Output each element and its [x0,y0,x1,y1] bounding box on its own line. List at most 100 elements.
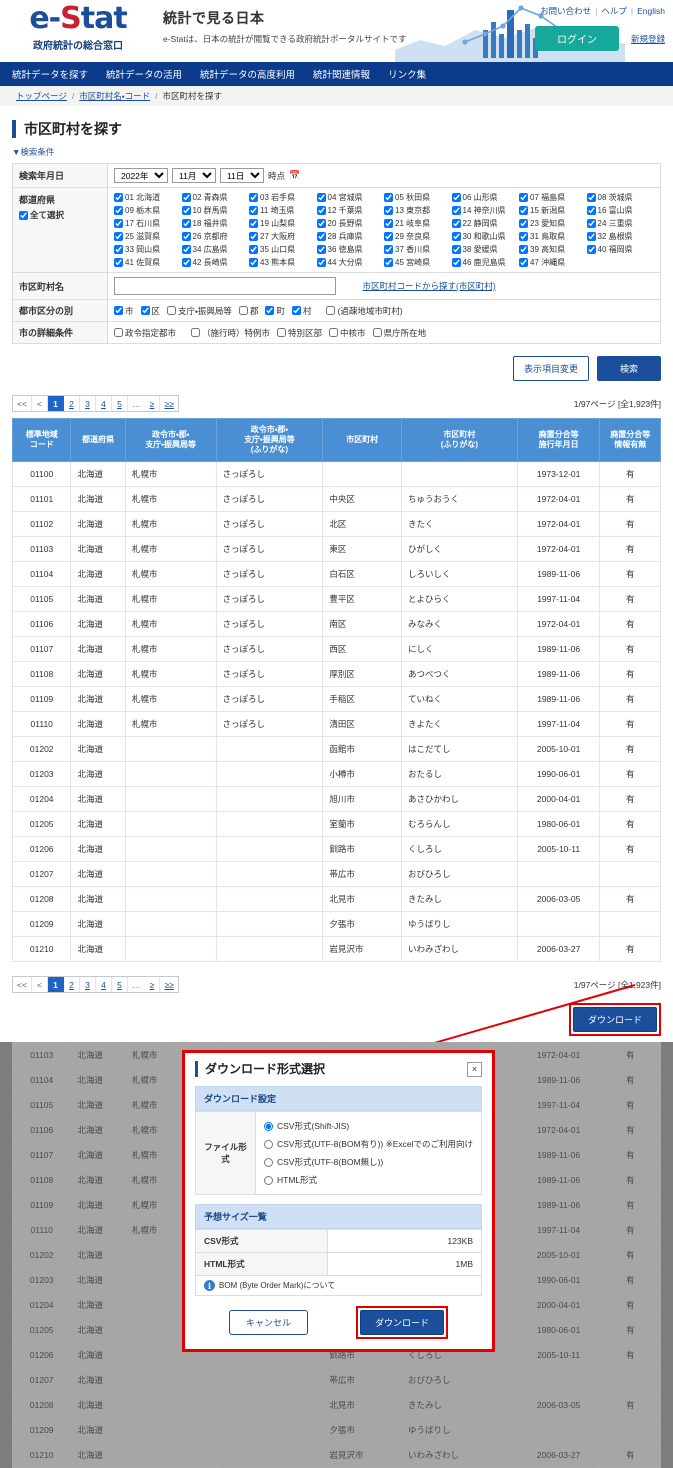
prefecture-checkbox-input[interactable] [586,245,596,254]
prefecture-checkbox-input[interactable] [519,258,528,267]
table-row[interactable]: 01102 北海道 札幌市 さっぽろし 北区 きたく 1972-04-01 有 [11,511,661,537]
search-button[interactable]: 検索 [596,356,661,381]
prefecture-checkbox-40[interactable]: 40 福岡県 [586,244,655,255]
prefecture-checkbox-47[interactable]: 47 沖縄県 [519,257,587,268]
prefecture-checkbox-input[interactable] [249,193,258,202]
prefecture-checkbox-46[interactable]: 46 鹿児島県 [451,257,520,268]
prefecture-checkbox-07[interactable]: 07 福島県 [519,192,587,203]
breadcrumb-municipality-code[interactable]: 市区町村名・コード [79,90,150,102]
city-detail-0[interactable]: 政令指定都市 [114,327,176,339]
prefecture-checkbox-input[interactable] [384,206,393,215]
city-type-input-6[interactable] [326,306,336,315]
table-row[interactable]: 01204 北海道 旭川市 あさひかわし 2000-04-01 有 [11,786,661,812]
prefecture-checkbox-input[interactable] [384,245,393,254]
prefecture-checkbox-input[interactable] [586,206,596,215]
prefecture-checkbox-input[interactable] [519,219,528,228]
prefecture-checkbox-23[interactable]: 23 愛知県 [519,218,587,229]
prefecture-checkbox-36[interactable]: 36 徳島県 [316,244,385,255]
login-button[interactable]: ログイン [534,26,619,51]
city-detail-1[interactable]: （施行時）特例市 [191,327,270,339]
prefecture-checkbox-38[interactable]: 38 愛媛県 [451,244,520,255]
pagination-page-4[interactable]: 4 [96,977,112,992]
prefecture-checkbox-input[interactable] [114,258,123,267]
prefecture-checkbox-input[interactable] [451,245,461,254]
pagination-next[interactable]: ≥ [144,396,161,411]
city-type-input-1[interactable] [140,306,150,315]
city-type-input-2[interactable] [167,306,177,315]
city-detail-input-2[interactable] [277,328,287,337]
city-type-1[interactable]: 区 [140,305,160,317]
prefecture-checkbox-45[interactable]: 45 宮崎県 [384,257,452,268]
prefecture-checkbox-06[interactable]: 06 山形県 [451,192,520,203]
year-select[interactable]: 2022年 [114,168,168,183]
pagination-first[interactable]: << [13,396,32,411]
prefecture-checkbox-input[interactable] [519,193,528,202]
table-row[interactable]: 01100 北海道 札幌市 さっぽろし 1973-12-01 有 [11,461,661,487]
table-row[interactable]: 01205 北海道 室蘭市 むろらんし 1980-06-01 有 [11,811,661,837]
city-type-input-4[interactable] [265,306,275,315]
prefecture-checkbox-16[interactable]: 16 富山県 [586,205,655,216]
prefecture-checkbox-input[interactable] [586,219,596,228]
city-type-6[interactable]: (過疎地域市町村) [326,305,403,317]
prefecture-checkbox-input[interactable] [384,219,393,228]
help-link[interactable]: ヘルプ [601,6,627,16]
city-detail-input-3[interactable] [329,328,339,337]
table-row[interactable]: 01207 北海道 帯広市 おびひろし [11,861,661,887]
prefecture-checkbox-43[interactable]: 43 熊本県 [249,257,317,268]
english-link[interactable]: English [637,6,665,16]
prefecture-checkbox-input[interactable] [316,258,326,267]
prefecture-checkbox-04[interactable]: 04 宮城県 [316,192,385,203]
cancel-button[interactable]: キャンセル [228,1310,308,1335]
prefecture-checkbox-input[interactable] [451,206,461,215]
pagination-next[interactable]: ≥ [144,977,161,992]
table-row[interactable]: 01104 北海道 札幌市 さっぽろし 白石区 しろいしく 1989-11-06 有 [11,561,661,587]
prefecture-checkbox-input[interactable] [181,219,191,228]
prefecture-checkbox-17[interactable]: 17 石川県 [114,218,182,229]
pagination-last[interactable]: ≥≥ [160,396,177,411]
prefecture-checkbox-input[interactable] [316,219,326,228]
register-link[interactable]: 新規登録 [631,33,665,45]
search-by-code-link[interactable]: 市区町村コードから探す(市区町村) [363,281,496,291]
prefecture-checkbox-input[interactable] [114,245,123,254]
city-type-3[interactable]: 郡 [238,305,258,317]
nav-item-find-data[interactable]: 統計データを探す [12,67,88,81]
day-select[interactable]: 11日 [220,168,264,183]
prefecture-checkbox-08[interactable]: 08 茨城県 [586,192,655,203]
prefecture-checkbox-input[interactable] [181,193,191,202]
pagination-page-3[interactable]: 3 [80,396,96,411]
prefecture-checkbox-41[interactable]: 41 佐賀県 [114,257,182,268]
prefecture-checkbox-input[interactable] [519,245,528,254]
prefecture-checkbox-35[interactable]: 35 山口県 [249,244,317,255]
prefecture-checkbox-input[interactable] [316,245,326,254]
prefecture-checkbox-27[interactable]: 27 大阪府 [249,231,317,242]
prefecture-checkbox-01[interactable]: 01 北海道 [114,192,182,203]
prefecture-checkbox-22[interactable]: 22 静岡県 [451,218,520,229]
prefecture-checkbox-33[interactable]: 33 岡山県 [114,244,182,255]
prefecture-checkbox-input[interactable] [519,232,528,241]
table-row[interactable]: 01105 北海道 札幌市 さっぽろし 豊平区 とよひらく 1997-11-04 有 [11,586,661,612]
prefecture-checkbox-input[interactable] [114,232,123,241]
prefecture-checkbox-input[interactable] [316,232,326,241]
table-row[interactable]: 01210 北海道 岩見沢市 いわみざわし 2006-03-27 有 [11,936,661,962]
prefecture-checkbox-11[interactable]: 11 埼玉県 [249,205,317,216]
pagination-prev[interactable]: < [32,977,48,992]
prefecture-checkbox-input[interactable] [114,206,123,215]
pagination-ellipsis[interactable]: … [128,977,145,992]
modal-download-button[interactable]: ダウンロード [360,1310,445,1335]
pagination-ellipsis[interactable]: … [128,396,145,411]
city-detail-input-0[interactable] [114,328,123,337]
pagination-page-5[interactable]: 5 [112,396,128,411]
nav-item-advanced-use[interactable]: 統計データの高度利用 [200,67,295,81]
pagination-page-4[interactable]: 4 [96,396,112,411]
prefecture-checkbox-input[interactable] [114,219,123,228]
table-row[interactable]: 01208 北海道 北見市 きたみし 2006-03-05 有 [11,886,661,912]
prefecture-checkbox-03[interactable]: 03 岩手県 [249,192,317,203]
prefecture-checkbox-input[interactable] [249,219,258,228]
prefecture-checkbox-32[interactable]: 32 島根県 [586,231,655,242]
prefecture-checkbox-24[interactable]: 24 三重県 [586,218,655,229]
prefecture-checkbox-input[interactable] [249,232,258,241]
site-logo[interactable]: e-Stat 政府統計の総合窓口 [14,2,142,53]
prefecture-checkbox-14[interactable]: 14 神奈川県 [451,205,520,216]
prefecture-checkbox-input[interactable] [249,206,258,215]
table-row[interactable]: 01106 北海道 札幌市 さっぽろし 南区 みなみく 1972-04-01 有 [11,611,661,637]
